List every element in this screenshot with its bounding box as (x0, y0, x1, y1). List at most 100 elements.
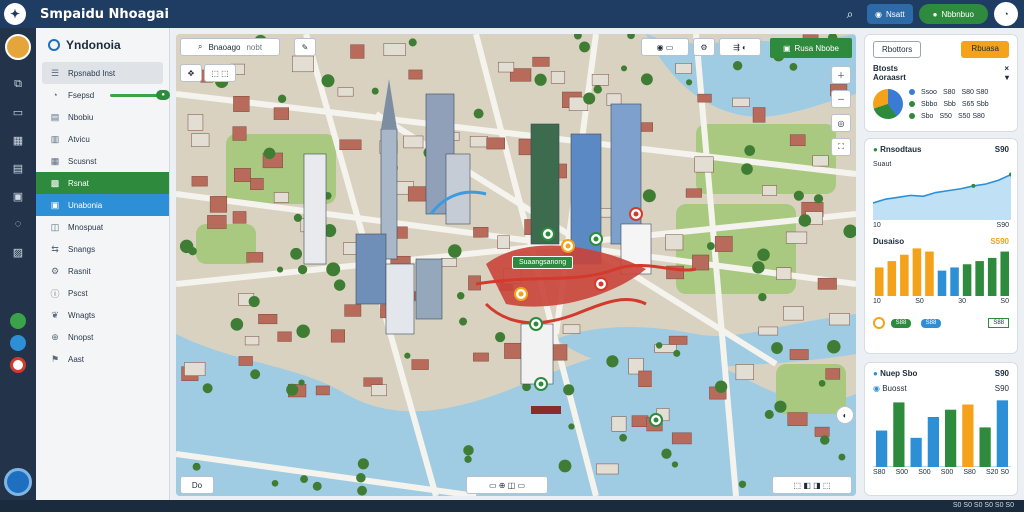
stat-value-b: S80 S80 (961, 88, 989, 96)
support-icon[interactable] (4, 468, 32, 496)
tower (303, 153, 327, 265)
sidebar-item-12[interactable]: ❦ Wnagts (36, 304, 169, 326)
person-icon[interactable]: ✦ (4, 3, 26, 25)
sidebar-item-1[interactable]: ☰ Rpsnabd Inst (42, 62, 163, 84)
sidebar-item-label: Atvicu (68, 134, 90, 144)
sidebar-item-11[interactable]: ⓘ Pscst (36, 282, 169, 304)
summary-outline-button[interactable]: Rbottors (873, 41, 922, 58)
tree (619, 433, 627, 442)
sidebar-item-9[interactable]: ⇆ Snangs (36, 238, 169, 260)
profile-icon[interactable]: ◔ (994, 2, 1018, 26)
chart-icon[interactable]: ▤ (8, 158, 28, 178)
topbar-green-button[interactable]: ● Nbbnbuo (918, 4, 988, 24)
sidebar-item-14[interactable]: ⚑ Aast (36, 348, 169, 370)
sidebar-item-5[interactable]: ▦ Scusnst (36, 150, 169, 172)
select-icon[interactable]: ⬚ ⬚ (204, 64, 236, 82)
tower (520, 323, 554, 385)
tree (583, 92, 596, 105)
status-bar: S0 S0 S0 S0 S0 S0 (0, 500, 1024, 512)
city-map[interactable]: ⌕ Bnaoago nobt ✎ ✥ ⬚ ⬚ ◉ ▭ ⚙ ⇶ ◐ ▣ Rusa N… (176, 34, 856, 496)
bar (912, 248, 922, 296)
green-chip[interactable]: S88 (891, 318, 911, 328)
expand-icon[interactable]: ▾ (1005, 73, 1009, 82)
bar (925, 251, 934, 296)
sidebar-item-8[interactable]: ◫ Mnospuat (36, 216, 169, 238)
bird-app-icon[interactable] (10, 335, 26, 351)
bar (900, 254, 909, 296)
map-scale-control[interactable]: Do (180, 476, 214, 494)
table-icon[interactable]: ▦ (8, 130, 28, 150)
pan-icon[interactable]: ✥ (180, 64, 202, 82)
trend-chips: S88 S88 S88 (873, 317, 1009, 329)
map-bottom-right-tools[interactable]: ⬚ ◧ ◨ ⬚ (772, 476, 852, 494)
grid-icon: ▩ (50, 177, 60, 188)
map-green-button[interactable]: ▣ Rusa Nbobe (770, 38, 852, 58)
tree (771, 342, 783, 354)
target-icon[interactable]: ◎ (831, 114, 851, 132)
outline-chip[interactable]: S88 (988, 318, 1009, 328)
building (184, 362, 206, 376)
trend-sub-label: Suaut (873, 160, 892, 168)
map-icon: ▣ (50, 199, 60, 210)
tree (606, 355, 619, 368)
tree (408, 38, 417, 47)
sidebar-item-3[interactable]: ▤ Nbobiu (36, 106, 169, 128)
compass-icon[interactable]: ◌ (8, 214, 28, 234)
sidebar-item-7[interactable]: ▣ Unabonia (36, 194, 169, 216)
building (498, 61, 515, 73)
zoom-in-icon[interactable]: ＋ (831, 66, 851, 84)
tree (250, 369, 261, 380)
fullscreen-icon[interactable]: ⛶ (831, 138, 851, 156)
map-search-field[interactable]: ⌕ Bnaoago nobt (180, 38, 280, 56)
sidebar-item-6[interactable]: ▩ Rsnat (36, 172, 169, 194)
building (550, 71, 566, 84)
tree (671, 461, 679, 468)
building (315, 385, 330, 396)
map-bottom-tools[interactable]: ▭ ⊕ ◫ ▭ (466, 476, 548, 494)
sidebar-item-label: Unabonia (68, 200, 103, 210)
image-icon[interactable]: ▨ (8, 242, 28, 262)
tree (558, 459, 572, 473)
layers-icon[interactable]: ◉ ▭ (641, 38, 689, 56)
sitemap-icon[interactable]: ⧉ (8, 74, 28, 94)
breakdown-tick-label: S80 (963, 469, 976, 476)
compass-icon[interactable]: ◐ (836, 406, 854, 424)
topbar-blue-button[interactable]: ◉ Nsatt (867, 4, 913, 24)
leaf-icon: ❦ (51, 309, 59, 320)
map-pin-dot (598, 281, 604, 287)
sidebar-item-13[interactable]: ⊕ Nnopst (36, 326, 169, 348)
tree (192, 462, 201, 471)
summary-line-2: Aoraasrt ▾ (873, 73, 1009, 82)
close-icon[interactable]: × (1004, 64, 1009, 73)
route-icon[interactable]: ⇶ ◐ (719, 38, 761, 56)
map-marker-label[interactable]: Suaangsanong (512, 256, 574, 269)
tree (758, 292, 767, 302)
sidebar-item-10[interactable]: ⚙ Rasnit (36, 260, 169, 282)
info-icon (873, 317, 885, 329)
gallery-icon[interactable]: ▣ (8, 186, 28, 206)
draw-tool-icon[interactable]: ✎ (294, 38, 316, 56)
document-icon[interactable]: ▭ (8, 102, 28, 122)
settings-icon[interactable]: ⚙ (693, 38, 715, 56)
user-avatar[interactable] (5, 34, 31, 60)
building (273, 192, 289, 203)
search-icon[interactable]: ⌕ (839, 3, 861, 25)
summary-orange-button[interactable]: Rbuasa (961, 41, 1009, 58)
trend-tick-left: 10 (873, 222, 881, 229)
circle-icon: ● (873, 369, 881, 378)
chrome-app-icon[interactable] (10, 357, 26, 373)
building (250, 178, 264, 190)
blue-chip[interactable]: S88 (921, 318, 941, 328)
sidebar-item-2[interactable]: ◔ Fsepsd ● (36, 84, 171, 106)
tree (277, 94, 287, 103)
sidebar-item-4[interactable]: ▥ Atvicu (36, 128, 169, 150)
building (817, 277, 837, 290)
zoom-out-icon[interactable]: － (831, 90, 851, 108)
tree (179, 239, 194, 254)
building (783, 306, 804, 321)
tower (610, 103, 642, 245)
building (486, 137, 505, 150)
bar-chart (875, 248, 1009, 296)
tree (371, 87, 379, 95)
leaf-app-icon[interactable] (10, 313, 26, 329)
